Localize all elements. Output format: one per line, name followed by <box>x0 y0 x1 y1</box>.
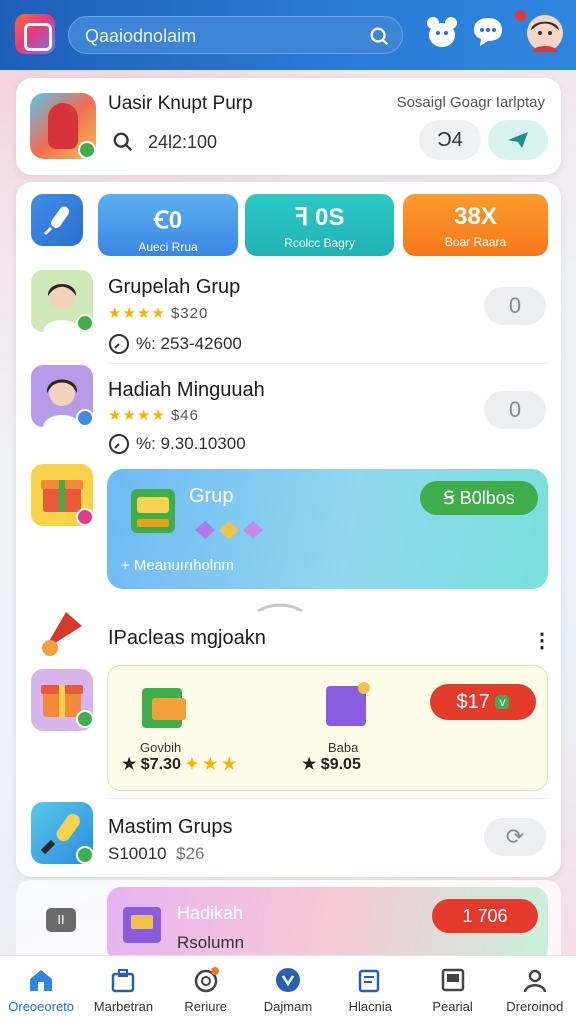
stat-tile-1[interactable]: Ꞓ0 Aueci Rrua <box>98 194 238 256</box>
buy-button[interactable]: $17 v <box>430 684 536 720</box>
tab-label: Reriure <box>184 999 228 1014</box>
stat-value: 38X <box>454 203 497 230</box>
bear-icon[interactable] <box>424 14 460 50</box>
gems-icon <box>195 521 263 539</box>
stat-label: Rcolcc Bagry <box>284 236 355 250</box>
search-icon[interactable] <box>368 25 390 47</box>
box-item-icon <box>123 907 161 943</box>
stat-label: Aueci Rrua <box>138 240 198 254</box>
rating-stars: ★★★★ $320 <box>108 305 209 322</box>
promo-banner[interactable]: Grup Ꞩ B0lbos + Meanuırıholnm <box>107 469 548 589</box>
group-card[interactable]: Uasir Knupt Purp Sosaigl Goagr Iarlptay … <box>16 78 561 175</box>
box-item-icon <box>142 688 186 728</box>
pause-icon[interactable]: II <box>46 908 76 932</box>
bottom-promo-button[interactable]: 1 706 <box>432 899 538 933</box>
clock-icon <box>109 434 129 454</box>
tab-profile[interactable]: Dreroinod <box>494 956 576 1024</box>
stat-tile-2[interactable]: ꟻ 0S Rcolcc Bagry <box>245 194 394 256</box>
tab-label: Oreoeoreto <box>8 999 75 1014</box>
share-button[interactable] <box>488 120 548 160</box>
row-meta: %: 253-42600 <box>136 334 242 353</box>
bottom-promo-subtitle: Rsolumn <box>177 933 245 952</box>
rocket-icon <box>42 612 82 656</box>
tab-target[interactable]: Reriure <box>165 956 247 1024</box>
shop-icon <box>112 969 135 993</box>
tab-screen[interactable]: Pearial <box>411 956 493 1024</box>
row-meta: %: 9.30.10300 <box>136 434 246 453</box>
stat-tile-3[interactable]: 38X Boar Raara <box>403 194 548 256</box>
shop-item-price: ★ $7.30 ✦ ★ ★ <box>122 756 237 773</box>
check-badge-icon <box>76 314 94 332</box>
bottom-promo-title: Hadikah <box>177 903 244 923</box>
promo-title: Grup <box>189 485 234 507</box>
top-bar: Qaaiodnolaim <box>0 0 576 70</box>
row-meta: S10010 $26 <box>108 844 205 863</box>
rating-stars: ★★★★ $46 <box>108 407 199 424</box>
tab-game[interactable]: Dajmam <box>247 956 329 1024</box>
profile-icon <box>523 969 547 993</box>
search-icon[interactable] <box>112 131 134 153</box>
chat-icon[interactable] <box>470 14 506 50</box>
notification-dot <box>515 10 526 21</box>
shop-item-label: Govbih <box>140 740 182 755</box>
stat-label: Boar Raara <box>444 235 507 249</box>
row-title: Hadiah Minguuah <box>108 379 265 401</box>
promo-button[interactable]: Ꞩ B0lbos <box>420 481 538 515</box>
shop-item-price: ★ $9.05 <box>302 756 361 773</box>
divider <box>108 798 548 799</box>
game-icon <box>275 968 300 992</box>
microphone-tile[interactable] <box>31 194 83 246</box>
drag-handle-icon[interactable] <box>256 602 304 612</box>
check-badge-icon <box>76 710 94 728</box>
row-title: Grupelah Grup <box>108 276 241 298</box>
microphone-icon <box>43 206 70 236</box>
check-badge-icon <box>78 141 96 159</box>
stat-value: Ꞓ0 <box>153 207 183 234</box>
row-title: Mastim Grups <box>108 816 233 838</box>
divider <box>108 363 548 364</box>
list-item[interactable]: Hadiah Minguuah ★★★★ $46 %: 9.30.10300 0 <box>16 365 561 460</box>
box-item-icon <box>326 682 370 726</box>
group-number: 24l2:100 <box>148 132 218 152</box>
shop-panel[interactable]: Govbih ★ $7.30 ✦ ★ ★ Baba ★ $9.05 $17 v <box>107 665 548 791</box>
section-title: IPacleas mgjoakn <box>108 627 266 649</box>
clock-icon <box>109 334 129 354</box>
bottom-card: II Hadikah Rsolumn 1 706 <box>16 880 561 962</box>
search-input[interactable]: Qaaiodnolaim <box>85 26 196 47</box>
stat-value: ꟻ 0S <box>294 204 345 231</box>
main-card: Ꞓ0 Aueci Rrua ꟻ 0S Rcolcc Bagry 38X Boar… <box>16 182 561 877</box>
list-item[interactable]: Grupelah Grup ★★★★ $320 %: 253-42600 0 <box>16 270 561 365</box>
more-menu-icon[interactable]: ⋮ <box>532 628 552 653</box>
bottom-tab-bar: Oreoeoreto Marbetran Reriure Dajmam Hlac… <box>0 955 576 1024</box>
group-subtitle: Sosaigl Goagr Iarlptay <box>396 94 545 111</box>
tab-label: Pearial <box>432 999 473 1014</box>
shop-item-label: Baba <box>328 740 359 755</box>
badge-icon <box>76 508 94 526</box>
check-badge-icon <box>76 846 94 864</box>
screen-icon <box>441 968 464 992</box>
tab-edit[interactable]: Hlacnia <box>329 956 411 1024</box>
tab-home[interactable]: Oreoeoreto <box>0 956 82 1024</box>
search-bar[interactable]: Qaaiodnolaim <box>68 16 403 54</box>
tab-label: Dreroinod <box>506 999 564 1014</box>
tab-label: Marbetran <box>93 999 154 1014</box>
app-logo-icon[interactable] <box>15 14 55 54</box>
plane-icon <box>508 132 528 148</box>
avatar-icon[interactable] <box>526 14 564 52</box>
tab-label: Dajmam <box>263 999 313 1014</box>
row-toggle-button[interactable]: ⟳ <box>484 818 546 856</box>
target-icon <box>194 967 219 993</box>
refresh-button[interactable]: Ͻ4 <box>419 120 481 160</box>
check-badge-icon <box>76 409 94 427</box>
edit-icon <box>359 969 380 993</box>
group-title: Uasir Knupt Purp <box>108 93 253 114</box>
home-icon <box>30 970 53 991</box>
row-toggle-button[interactable]: 0 <box>484 391 546 429</box>
row-toggle-button[interactable]: 0 <box>484 287 546 325</box>
promo-subtitle: + Meanuırıholnm <box>121 557 234 574</box>
tab-shop[interactable]: Marbetran <box>82 956 164 1024</box>
bottom-promo-banner[interactable]: Hadikah Rsolumn 1 706 <box>107 887 548 962</box>
slot-machine-icon <box>131 489 175 533</box>
tab-label: Hlacnia <box>348 999 392 1014</box>
